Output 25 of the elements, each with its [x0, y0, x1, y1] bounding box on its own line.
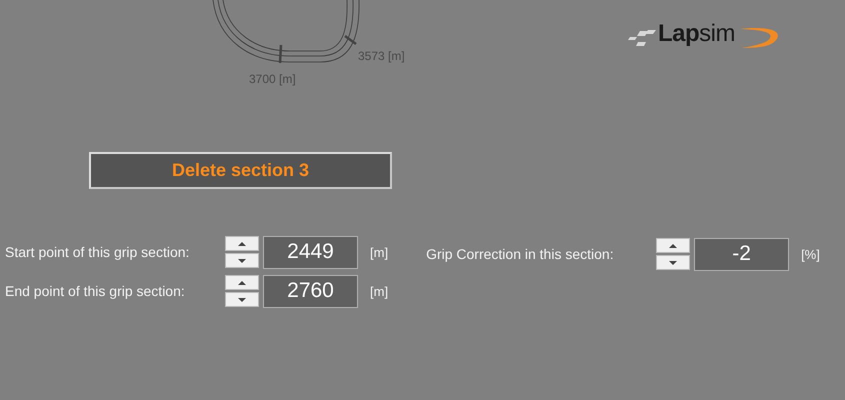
- decrement-button[interactable]: [225, 253, 259, 268]
- value-field[interactable]: 2760: [263, 274, 358, 308]
- value-field[interactable]: -2: [694, 238, 790, 270]
- delete-section-button[interactable]: Delete section 3: [89, 152, 392, 189]
- caret-up-icon: [238, 280, 246, 284]
- checkered-stripes-icon: [628, 30, 656, 46]
- caret-down-icon: [238, 298, 246, 302]
- caret-down-icon: [238, 258, 246, 262]
- logo-text: Lapsim: [658, 20, 735, 48]
- field-label: Grip Correction in this section:: [426, 246, 615, 262]
- caret-down-icon: [669, 260, 678, 264]
- increment-button[interactable]: [656, 238, 690, 253]
- increment-button[interactable]: [225, 275, 259, 290]
- increment-button[interactable]: [225, 236, 259, 251]
- swoosh-icon: [740, 26, 780, 48]
- unit-label: [m]: [370, 284, 388, 298]
- caret-up-icon: [238, 242, 246, 246]
- decrement-button[interactable]: [225, 292, 259, 307]
- value-field[interactable]: 2449: [263, 236, 358, 268]
- unit-label: [m]: [370, 244, 388, 260]
- decrement-button[interactable]: [656, 255, 690, 270]
- unit-label: [%]: [801, 246, 820, 262]
- caret-up-icon: [669, 244, 678, 248]
- field-label: End point of this grip section:: [5, 283, 186, 299]
- field-label: Start point of this grip section:: [5, 244, 190, 260]
